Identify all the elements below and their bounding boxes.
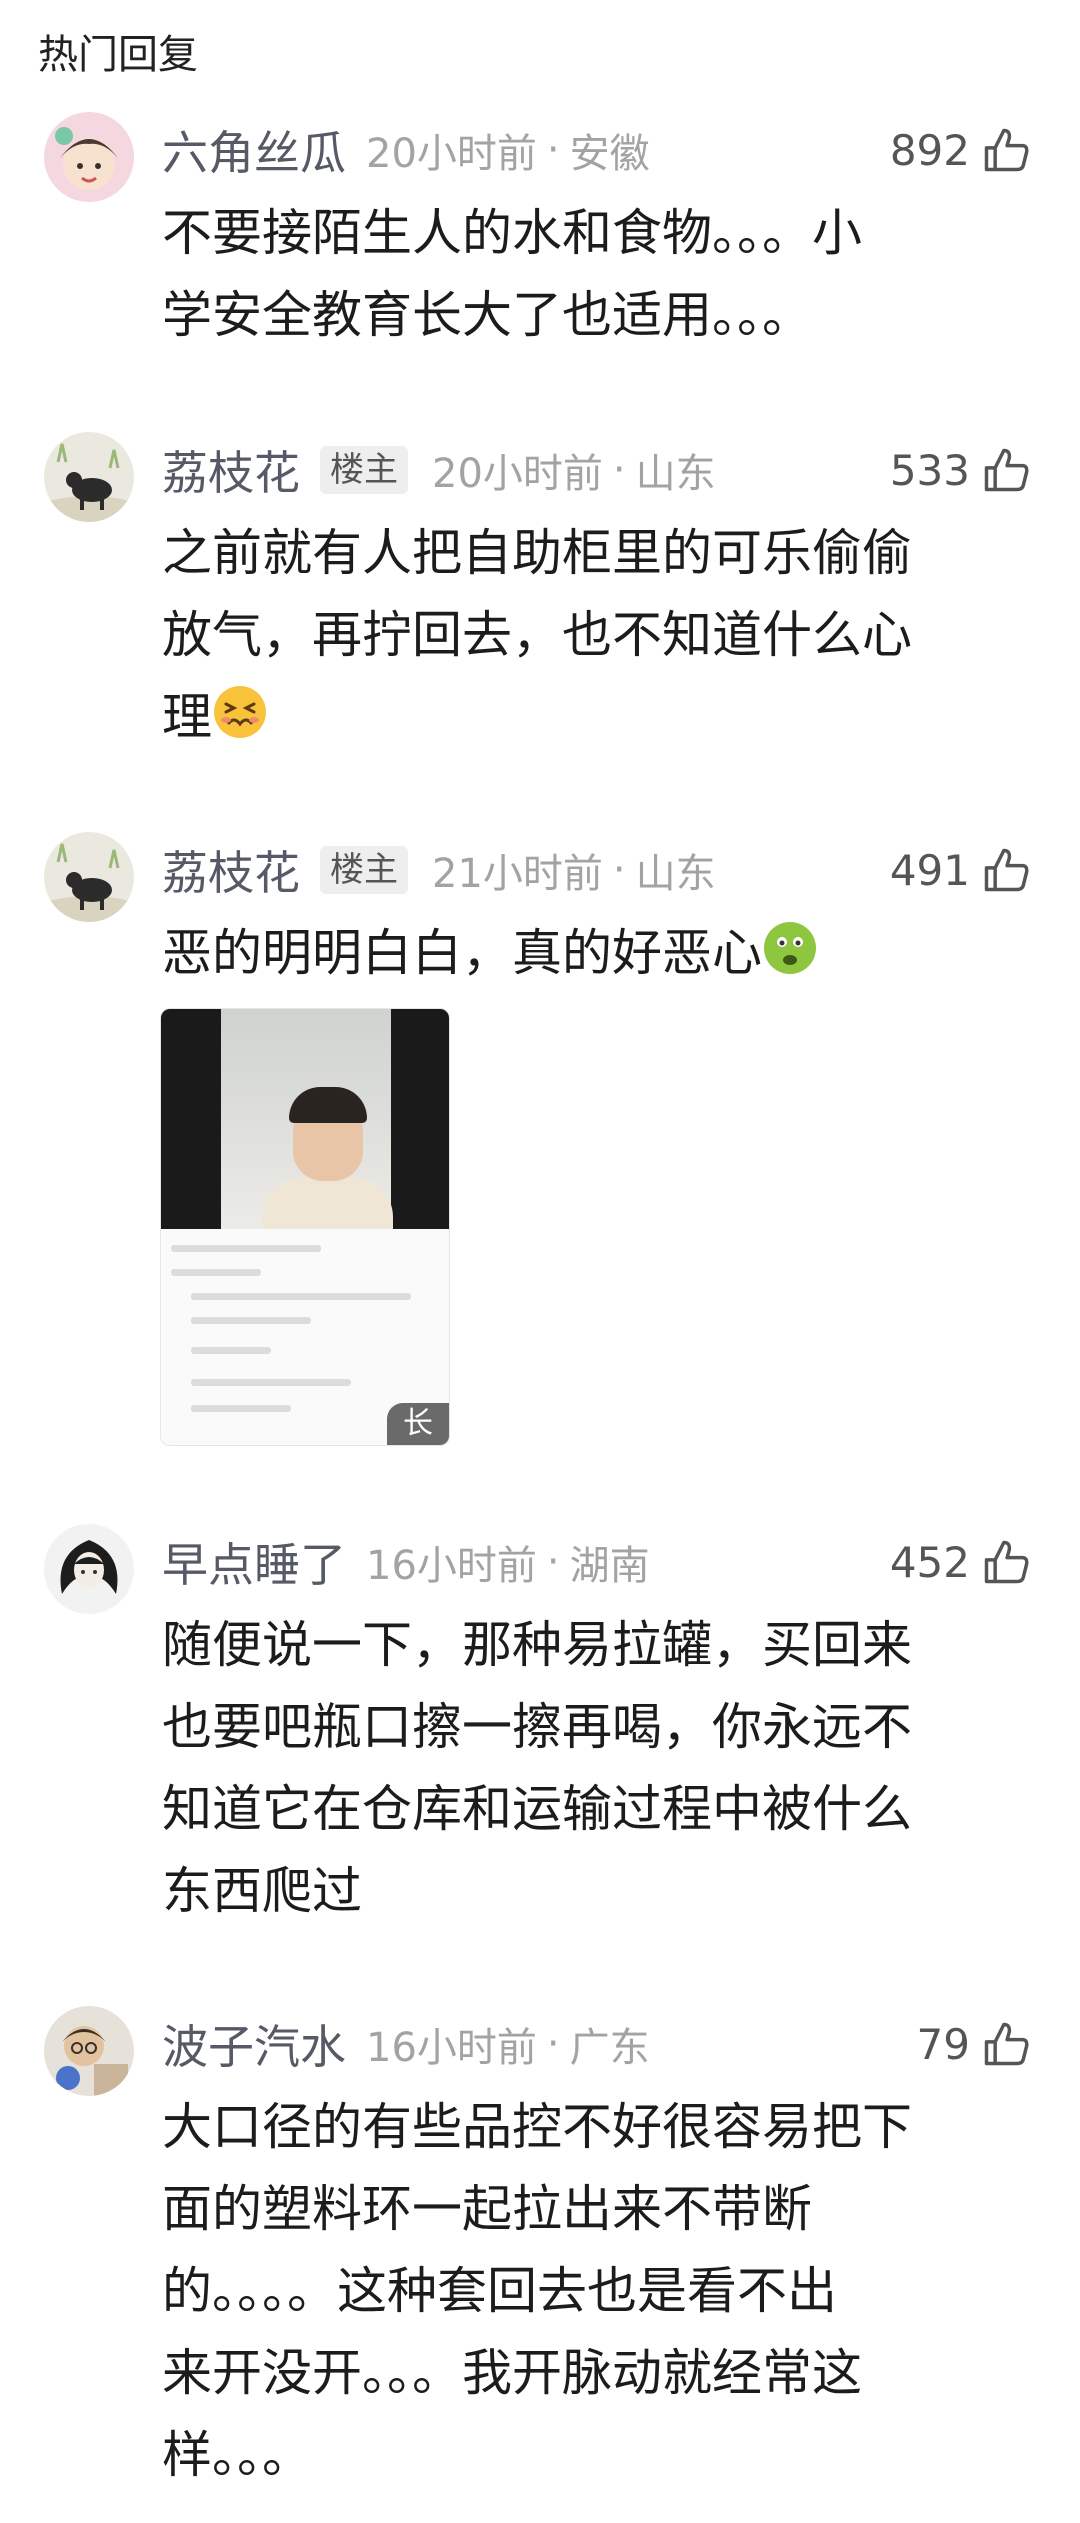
separator-dot: ·: [612, 447, 626, 493]
comment-text: 大口径的有些品控不好很容易把下 面的塑料环一起拉出来不带断 的。。。。这种套回去…: [162, 2098, 912, 2484]
thumbs-up-icon: [980, 1536, 1032, 1588]
username[interactable]: 荔枝花: [162, 837, 300, 903]
comment-meta: 荔枝花 楼主 21小时前 · 山东: [162, 840, 716, 900]
like-button[interactable]: 892: [890, 120, 1032, 180]
op-badge: 楼主: [320, 446, 408, 494]
comment-time: 16小时前: [366, 2025, 537, 2071]
separator-dot: ·: [612, 847, 626, 893]
username[interactable]: 荔枝花: [162, 437, 300, 503]
like-button[interactable]: 533: [890, 440, 1032, 500]
tired-face-icon: [212, 684, 268, 740]
comment-text: 不要接陌生人的水和食物。。。小 学安全教育长大了也适用。。。: [162, 204, 862, 344]
comment-item: 荔枝花 楼主 20小时前 · 山东 533 之前就有人把自助柜里的可乐偷偷 放气…: [0, 432, 1080, 762]
image-text-line: [171, 1245, 321, 1252]
like-count: 892: [889, 125, 970, 175]
image-text-line: [191, 1405, 291, 1412]
comment-meta: 荔枝花 楼主 20小时前 · 山东: [162, 440, 716, 500]
comment-item: 波子汽水 16小时前 · 广东 79 大口径的有些品控不好很容易把下 面的塑料环…: [0, 2006, 1080, 2506]
nauseated-face-icon: [762, 920, 818, 976]
separator-dot: ·: [546, 2021, 560, 2067]
comment-text: 随便说一下，那种易拉罐，买回来 也要吧瓶口擦一擦再喝，你永远不 知道它在仓库和运…: [162, 1616, 912, 1920]
avatar[interactable]: [44, 2006, 134, 2096]
comment-location: 广东: [569, 2025, 650, 2071]
comment-item: 荔枝花 楼主 21小时前 · 山东 491 恶的明明白白，真的好恶心 长: [0, 832, 1080, 1452]
comment-time: 21小时前: [432, 851, 603, 897]
comment-item: 六角丝瓜 20小时前 · 安徽 892 不要接陌生人的水和食物。。。小 学安全教…: [0, 112, 1080, 362]
like-count: 533: [889, 445, 970, 495]
comment-meta: 波子汽水 16小时前 · 广东: [162, 2014, 650, 2074]
section-title: 热门回复: [38, 32, 198, 78]
username[interactable]: 波子汽水: [162, 2011, 346, 2077]
thumbs-up-icon: [980, 124, 1032, 176]
comment-time: 20小时前: [366, 131, 537, 177]
avatar[interactable]: [44, 1524, 134, 1614]
image-text-line: [191, 1347, 271, 1354]
image-text-line: [191, 1317, 311, 1324]
comment-text: 之前就有人把自助柜里的可乐偷偷 放气，再拧回去，也不知道什么心 理: [162, 524, 912, 746]
username[interactable]: 六角丝瓜: [162, 117, 346, 183]
image-text-line: [171, 1269, 261, 1276]
separator-dot: ·: [546, 127, 560, 173]
comment-meta: 早点睡了 16小时前 · 湖南: [162, 1532, 650, 1592]
comment-location: 山东: [635, 851, 716, 897]
like-button[interactable]: 452: [890, 1532, 1032, 1592]
image-text-line: [191, 1293, 411, 1300]
thumbs-up-icon: [980, 844, 1032, 896]
comment-location: 山东: [635, 451, 716, 497]
long-image-badge: 长: [387, 1403, 449, 1445]
like-count: 452: [889, 1537, 970, 1587]
comment-time: 20小时前: [432, 451, 603, 497]
image-text-line: [191, 1379, 351, 1386]
comment-location: 安徽: [569, 131, 650, 177]
like-button[interactable]: 79: [917, 2014, 1032, 2074]
op-badge: 楼主: [320, 846, 408, 894]
avatar[interactable]: [44, 432, 134, 522]
comment-location: 湖南: [569, 1543, 650, 1589]
comment-text: 恶的明明白白，真的好恶心: [162, 912, 1012, 994]
thumbs-up-icon: [980, 444, 1032, 496]
thumbs-up-icon: [980, 2018, 1032, 2070]
comment-time: 16小时前: [366, 1543, 537, 1589]
image-person-shirt: [263, 1177, 393, 1229]
like-count: 79: [916, 2019, 970, 2069]
comment-item: 早点睡了 16小时前 · 湖南 452 随便说一下，那种易拉罐，买回来 也要吧瓶…: [0, 1524, 1080, 1944]
like-button[interactable]: 491: [890, 840, 1032, 900]
comment-meta: 六角丝瓜 20小时前 · 安徽: [162, 120, 650, 180]
avatar[interactable]: [44, 832, 134, 922]
like-count: 491: [889, 845, 970, 895]
separator-dot: ·: [546, 1539, 560, 1585]
attached-screenshot-image[interactable]: 长: [160, 1008, 450, 1446]
username[interactable]: 早点睡了: [162, 1529, 346, 1595]
avatar[interactable]: [44, 112, 134, 202]
